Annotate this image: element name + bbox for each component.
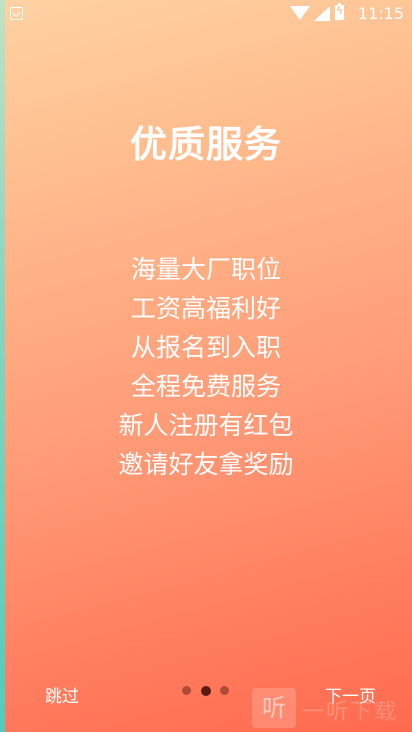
status-icons [290,3,350,23]
signal-icon [314,6,330,21]
feature-list: 海量大厂职位 工资高福利好 从报名到入职 全程免费服务 新人注册有红包 邀请好友… [0,250,412,484]
status-time: 11:15 [357,4,404,23]
wifi-icon [290,6,310,20]
page-dot-active [201,685,211,696]
feature-line: 海量大厂职位 [130,255,281,284]
page-dot [182,686,191,695]
battery-charging-icon [335,3,344,20]
status-bar: 11:15 [0,0,412,28]
feature-line: 从报名到入职 [130,333,281,362]
feature-line: 工资高福利好 [130,294,281,323]
skip-button[interactable]: 跳过 [45,682,79,707]
notification-icon [10,7,23,20]
guide-screen: 11:15 优质服务 海量大厂职位 工资高福利好 从报名到入职 全程免费服务 新… [0,0,412,732]
page-dot [220,686,229,695]
feature-line: 邀请好友拿奖励 [118,450,294,479]
watermark-logo: 听 [252,688,296,728]
feature-line: 全程免费服务 [130,372,281,401]
watermark-text: 一听下载 [302,700,399,725]
feature-line: 新人注册有红包 [118,411,294,440]
page-title: 优质服务 [130,123,282,166]
